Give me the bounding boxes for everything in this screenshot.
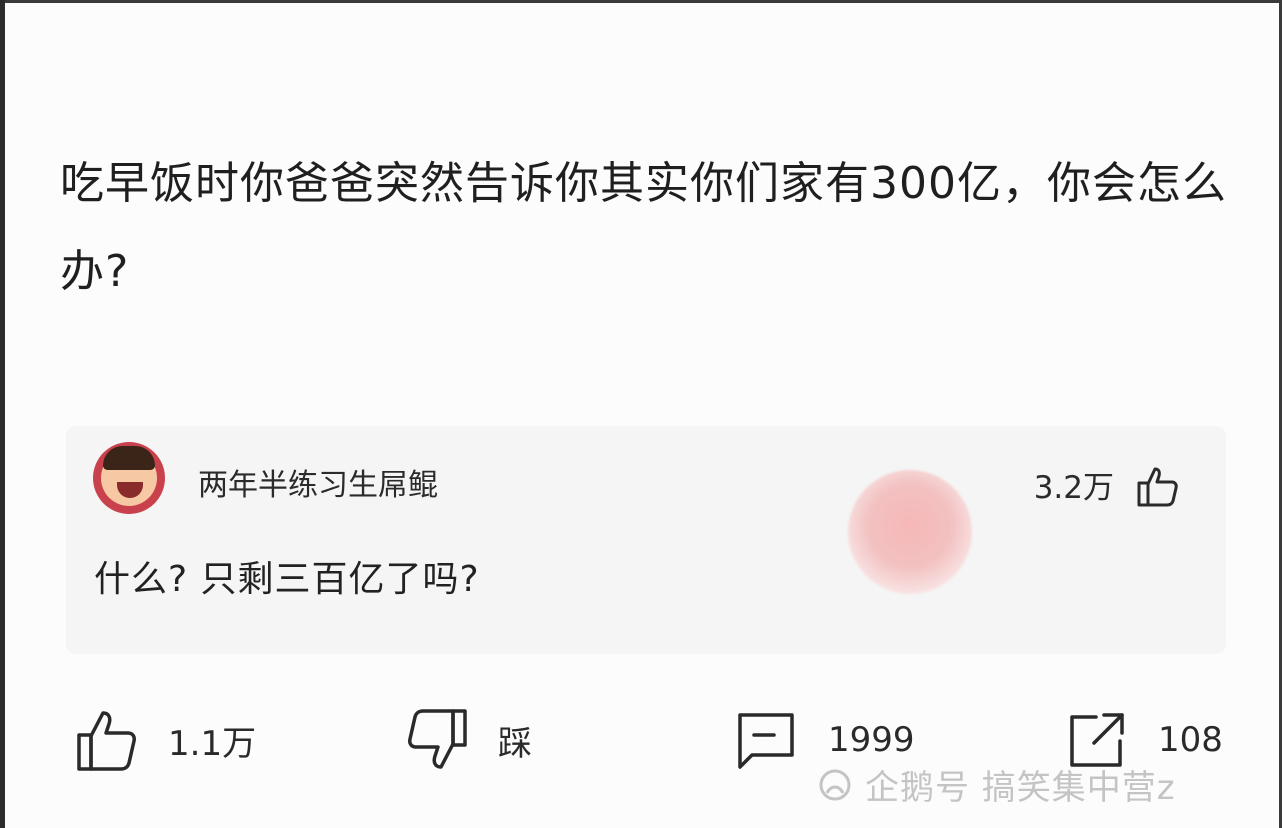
answer-thumbs-up-icon[interactable] xyxy=(1136,464,1180,508)
comment-icon xyxy=(738,713,794,769)
top-border xyxy=(0,0,1282,3)
watermark: 企鹅号 搞笑集中营z xyxy=(815,760,1176,809)
watermark-text: 企鹅号 搞笑集中营z xyxy=(865,768,1176,808)
author-name[interactable]: 两年半练习生屌鲲 xyxy=(198,460,438,504)
screenshot-frame: 吃早饭时你爸爸突然告诉你其实你们家有300亿，你会怎么办? 两年半练习生屌鲲 3… xyxy=(0,0,1282,828)
left-border xyxy=(0,0,5,828)
dislike-label: 踩 xyxy=(498,723,532,764)
like-count: 1.1万 xyxy=(168,723,257,764)
answer-text: 什么? 只剩三百亿了吗? xyxy=(94,559,480,600)
like-button[interactable]: 1.1万 xyxy=(76,704,256,776)
avatar-hair xyxy=(103,446,155,470)
sticker-image xyxy=(848,470,972,594)
question-title: 吃早饭时你爸爸突然告诉你其实你们家有300亿，你会怎么办? xyxy=(60,158,1227,297)
avatar[interactable] xyxy=(93,442,165,514)
thumbs-down-icon xyxy=(408,709,467,769)
answer-card[interactable]: 两年半练习生屌鲲 3.2万 什么? 只剩三百亿了吗? xyxy=(66,426,1226,654)
dislike-button[interactable]: 踩 xyxy=(406,704,532,776)
share-count: 108 xyxy=(1158,720,1223,760)
answer-like-count: 3.2万 xyxy=(1033,470,1114,506)
comment-count: 1999 xyxy=(828,720,915,760)
thumbs-up-icon xyxy=(77,711,136,771)
penguin-logo-icon xyxy=(819,769,851,800)
